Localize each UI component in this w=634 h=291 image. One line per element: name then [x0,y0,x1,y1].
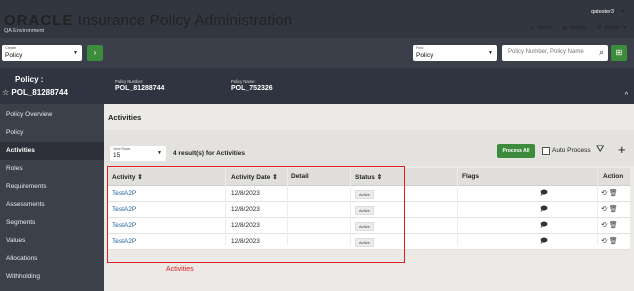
policy-name-value: POL_752326 [231,85,273,92]
result-count: 4 result(s) for Activities [173,150,246,157]
create-go-button[interactable]: › [87,45,103,61]
trash-icon[interactable]: 🗑 [609,238,618,245]
trash-icon[interactable]: 🗑 [609,222,618,229]
view-rows-label: View Rows [113,147,131,151]
reverse-icon[interactable]: ⟲ [601,222,607,229]
chevron-down-icon: ▼ [488,50,493,56]
sidebar-item-segments[interactable]: Segments [0,214,104,232]
top-nav: ⌂ Home ▥ Inquiry ☰ Admin ▾ [531,25,626,31]
find-select[interactable]: Find Policy ▼ [413,45,497,61]
reverse-icon[interactable]: ⟲ [601,206,607,213]
row-actions: ⟲ 🗑 [601,221,618,229]
nav-admin[interactable]: ☰ Admin ▾ [597,25,626,31]
star-icon[interactable]: ☆ [2,88,9,97]
sidebar-item-policy[interactable]: Policy [0,124,104,142]
sidebar-item-allocations[interactable]: Allocations [0,250,104,268]
process-all-button[interactable]: Process All [497,144,535,158]
environment-label: QA Environment [4,28,45,34]
create-value: Policy [5,52,23,59]
nav-home[interactable]: ⌂ Home [531,25,552,31]
search-placeholder: Policy Number, Policy Name [508,49,584,55]
search-input[interactable]: Policy Number, Policy Name ⌕ [502,45,608,61]
search-go-button[interactable]: ⊞ [611,45,627,61]
find-value: Policy [416,52,434,59]
row-actions: ⟲ 🗑 [601,237,618,245]
reverse-icon[interactable]: ⟲ [601,190,607,197]
sidebar-item-values[interactable]: Values [0,232,104,250]
policy-number-label: Policy Number: [115,79,144,84]
find-label: Find [416,46,424,50]
row-actions: ⟲ 🗑 [601,205,618,213]
policy-name-label: Policy Name: [231,79,256,84]
user-menu[interactable]: qatester3 [591,9,614,15]
policy-key-label: Policy : [15,75,44,84]
chevron-down-icon: ▼ [157,150,162,156]
view-rows-value: 15 [113,152,121,159]
row-actions: ⟲ 🗑 [601,189,618,197]
column-divider [457,168,458,245]
sidebar-item-assessments[interactable]: Assessments [0,196,104,214]
policy-bar [0,68,634,104]
search-icon[interactable]: ⌕ [599,47,604,58]
column-divider [597,168,598,245]
nav-inquiry[interactable]: ▥ Inquiry [562,25,587,31]
comment-icon[interactable]: 🗩 [540,221,548,232]
sidebar-item-activities[interactable]: Activities [0,142,104,160]
sidebar-item-withholding[interactable]: Withholding [0,268,104,286]
policy-number-value: POL_81288744 [115,85,165,92]
trash-icon[interactable]: 🗑 [609,206,618,213]
chevron-down-icon[interactable]: ▼ [620,9,625,15]
create-select[interactable]: Create Policy ▼ [2,45,82,61]
filter-icon[interactable]: ⛛ [596,144,604,155]
create-label: Create [5,46,17,50]
col-flags: Flags [462,173,479,180]
view-rows-select[interactable]: View Rows 15 ▼ [110,146,166,161]
chevron-down-icon: ▾ [623,25,626,31]
chevron-down-icon: ▼ [73,50,78,56]
add-icon[interactable]: + [618,142,626,157]
annotation-label: Activities [166,266,194,273]
trash-icon[interactable]: 🗑 [609,190,618,197]
auto-process-checkbox[interactable] [542,147,550,155]
auto-process-label: Auto Process [552,147,591,154]
comment-icon[interactable]: 🗩 [540,237,548,248]
page-title: Activities [108,113,142,122]
collapse-icon[interactable]: ^ [625,92,628,99]
comment-icon[interactable]: 🗩 [540,205,548,216]
menu-icon: ☰ [596,25,602,31]
reverse-icon[interactable]: ⟲ [601,238,607,245]
sidebar-item-policy-overview[interactable]: Policy Overview [0,106,104,124]
policy-key-value: ☆ POL_81288744 [2,88,68,97]
inquiry-icon: ▥ [561,25,568,31]
chevron-right-icon: › [93,48,97,57]
app-title: ORACLE Insurance Policy Administration [4,12,293,29]
comment-icon[interactable]: 🗩 [540,189,548,200]
sidebar-item-requirements[interactable]: Requirements [0,178,104,196]
home-icon: ⌂ [530,25,535,31]
document-icon: ⊞ [615,48,623,57]
highlight-box [107,166,405,263]
sidebar-item-roles[interactable]: Roles [0,160,104,178]
col-action: Action [603,173,624,180]
